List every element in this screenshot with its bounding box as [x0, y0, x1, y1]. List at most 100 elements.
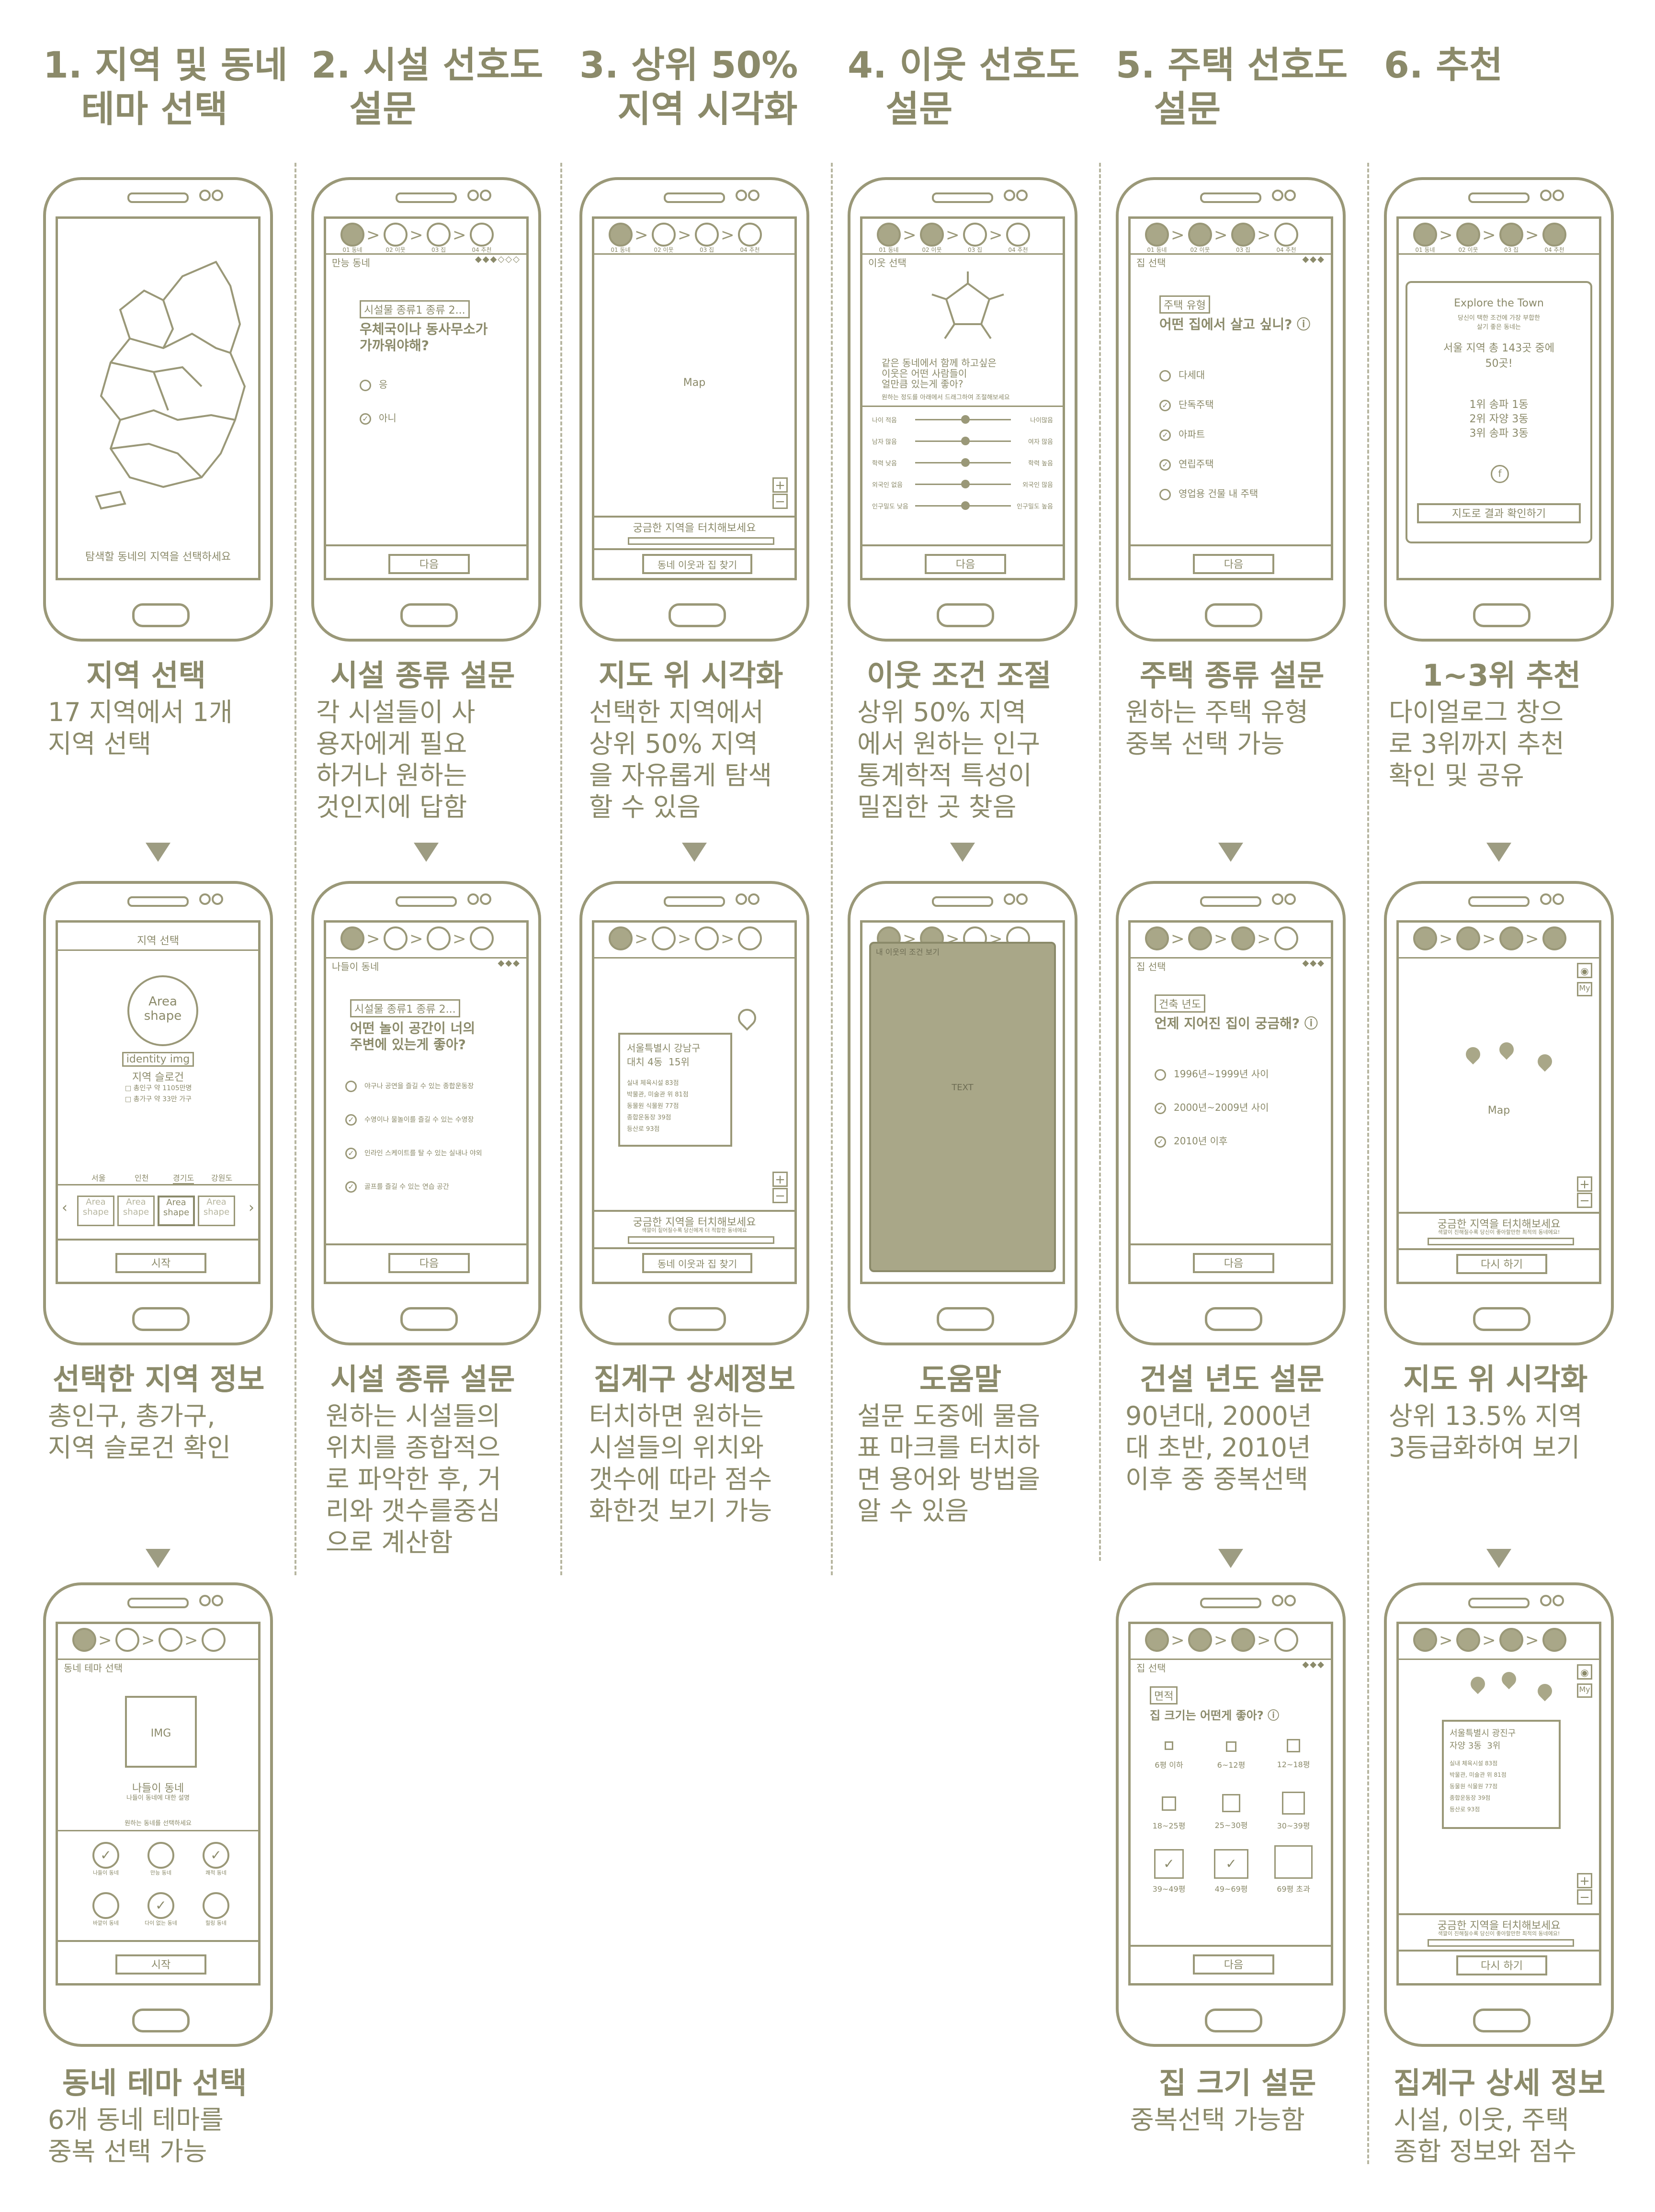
size-option[interactable]: 25~30평	[1202, 1794, 1260, 1830]
my-button[interactable]: My	[1577, 982, 1592, 996]
slider-row[interactable]: 나이 적음 나이많음	[872, 415, 1053, 425]
option-item[interactable]: ✓ 2010년 이후	[1155, 1133, 1227, 1148]
housing-tag: 주택 유형	[1159, 295, 1210, 314]
map-hint: 궁금한 지역을 터치해보세요	[633, 522, 756, 534]
area-shape-thumb[interactable]: Area shape	[117, 1196, 155, 1226]
slider-thumb[interactable]	[961, 415, 970, 424]
option-item[interactable]: ✓ 2000년~2009년 사이	[1155, 1100, 1269, 1114]
theme-option[interactable]: 바깥이 동네	[87, 1892, 125, 1927]
locate-icon[interactable]: ◉	[1577, 1664, 1592, 1680]
zoom-in-button[interactable]: +	[772, 477, 788, 493]
map-area[interactable]: Map	[594, 377, 794, 389]
next-button[interactable]: 다음	[1193, 1253, 1274, 1273]
slider-row[interactable]: 학력 낮음 학력 높음	[872, 458, 1053, 468]
view-on-map-button[interactable]: 지도로 결과 확인하기	[1417, 503, 1581, 523]
help-overlay-panel[interactable]: 내 이웃의 조건 보기 TEXT	[869, 942, 1056, 1272]
help-icon[interactable]: ⓘ	[1297, 316, 1310, 332]
region-tab-active[interactable]: 경기도	[173, 1172, 194, 1185]
find-neighbors-button[interactable]: 동네 이웃과 집 찾기	[642, 1253, 752, 1273]
slider-thumb[interactable]	[961, 480, 970, 488]
option-item[interactable]: ✓ 아파트	[1159, 427, 1205, 441]
chevron-right-icon: >	[453, 929, 466, 948]
option-item[interactable]: 1996년~1999년 사이	[1155, 1066, 1269, 1081]
theme-option[interactable]: ✓ 나들이 동네	[87, 1842, 125, 1876]
map-pin-icon[interactable]	[1496, 1039, 1517, 1060]
option-item[interactable]: ✓ 골프를 즐길 수 있는 연습 공간	[345, 1181, 449, 1193]
map-pin-icon[interactable]	[1498, 1669, 1519, 1690]
map-area[interactable]: Map	[1399, 1105, 1599, 1117]
slider-thumb[interactable]	[961, 501, 970, 510]
map-pin-icon[interactable]	[734, 1005, 760, 1031]
next-button[interactable]: 다음	[388, 1253, 470, 1273]
retry-button[interactable]: 다시 하기	[1456, 1254, 1547, 1274]
region-tab[interactable]: 서울	[91, 1172, 105, 1183]
region-tab[interactable]: 인천	[135, 1172, 148, 1183]
map-pin-icon[interactable]	[1467, 1673, 1488, 1694]
option-item[interactable]: 다세대	[1159, 367, 1205, 382]
info-line: 동물원 식물원 77점	[1450, 1783, 1498, 1790]
map-pin-icon[interactable]	[1462, 1044, 1484, 1065]
facility-tag[interactable]: 시설물 종류1 종류 2...	[360, 300, 470, 318]
zoom-out-button[interactable]: −	[772, 494, 788, 509]
slider-thumb[interactable]	[961, 437, 970, 445]
next-button[interactable]: 다음	[1193, 1954, 1274, 1975]
column-divider	[1367, 163, 1369, 2164]
locate-icon[interactable]: ◉	[1577, 963, 1592, 978]
size-option[interactable]: 12~18평	[1265, 1739, 1322, 1770]
slider-row[interactable]: 외국인 없음 외국인 많음	[872, 480, 1053, 489]
option-item[interactable]: 영업용 건물 내 주택	[1159, 486, 1258, 500]
zoom-out-button[interactable]: −	[1577, 1889, 1592, 1905]
zoom-out-button[interactable]: −	[772, 1188, 788, 1203]
share-icon[interactable]: f	[1491, 465, 1509, 483]
camera-icon	[748, 893, 759, 905]
map-pin-icon[interactable]	[1534, 1681, 1555, 1702]
map-pin-icon[interactable]	[1534, 1051, 1555, 1072]
start-button[interactable]: 시작	[115, 1253, 206, 1273]
next-button[interactable]: 다음	[388, 554, 470, 574]
start-button[interactable]: 시작	[115, 1954, 206, 1975]
size-option[interactable]: 6평 이하	[1140, 1741, 1198, 1770]
zoom-in-button[interactable]: +	[772, 1172, 788, 1187]
next-button[interactable]: 다음	[925, 554, 1006, 574]
help-icon[interactable]: ⓘ	[1304, 1016, 1318, 1031]
my-button[interactable]: My	[1577, 1683, 1592, 1698]
size-option[interactable]: 6~12평	[1202, 1741, 1260, 1770]
theme-option[interactable]: 힐링 동네	[197, 1892, 235, 1927]
option-item[interactable]: 야구나 공연을 즐길 수 있는 종합운동장	[345, 1081, 474, 1092]
option-item[interactable]: ✓ 단독주택	[1159, 397, 1214, 411]
region-tab[interactable]: 강원도	[211, 1172, 232, 1183]
size-option[interactable]: 69평 초과	[1265, 1845, 1322, 1894]
zoom-out-button[interactable]: −	[1577, 1193, 1592, 1208]
help-icon[interactable]: ⓘ	[1268, 1709, 1279, 1722]
option-yes[interactable]: 응	[360, 377, 387, 391]
slider-thumb[interactable]	[961, 458, 970, 467]
retry-button[interactable]: 다시 하기	[1456, 1955, 1547, 1975]
theme-option[interactable]: ✓ 쾌적 동네	[197, 1842, 235, 1876]
slider-row[interactable]: 남자 많음 여자 많음	[872, 437, 1053, 446]
chevron-right-icon: >	[635, 929, 648, 948]
korea-map-icon[interactable]	[58, 228, 261, 535]
option-no[interactable]: ✓ 아니	[360, 410, 397, 425]
option-item[interactable]: ✓ 연립주택	[1159, 456, 1214, 471]
area-shape-thumb[interactable]: Area shape	[198, 1196, 235, 1226]
option-item[interactable]: ✓ 인라인 스케이트를 탈 수 있는 실내나 야외	[345, 1148, 482, 1159]
find-neighbors-button[interactable]: 동네 이웃과 집 찾기	[642, 554, 752, 574]
zoom-in-button[interactable]: +	[1577, 1176, 1592, 1192]
area-shape-thumb[interactable]: Area shape	[77, 1196, 114, 1226]
size-option[interactable]: ✓ 49~69평	[1202, 1849, 1260, 1894]
option-label: 1996년~1999년 사이	[1174, 1068, 1269, 1080]
slider-row[interactable]: 인구밀도 낮음 인구밀도 높음	[872, 501, 1053, 511]
option-item[interactable]: ✓ 수영이나 물놀이를 즐길 수 있는 수영장	[345, 1114, 474, 1126]
theme-option[interactable]: 만능 동네	[142, 1842, 180, 1876]
zoom-in-button[interactable]: +	[1577, 1873, 1592, 1888]
size-option[interactable]: 18~25평	[1140, 1796, 1198, 1831]
next-button[interactable]: 다음	[1193, 554, 1274, 574]
size-option[interactable]: ✓ 39~49평	[1140, 1849, 1198, 1894]
area-shape-thumb-selected[interactable]: Area shape	[158, 1196, 195, 1226]
chevron-right-icon[interactable]: ›	[249, 1199, 254, 1216]
size-option[interactable]: 30~39평	[1265, 1792, 1322, 1831]
chevron-left-icon[interactable]: ‹	[62, 1199, 68, 1216]
divider	[1399, 253, 1599, 255]
theme-option[interactable]: ✓ 다이 없는 동네	[142, 1892, 180, 1927]
facility-tag[interactable]: 시설물 종류1 종류 2...	[350, 999, 460, 1017]
